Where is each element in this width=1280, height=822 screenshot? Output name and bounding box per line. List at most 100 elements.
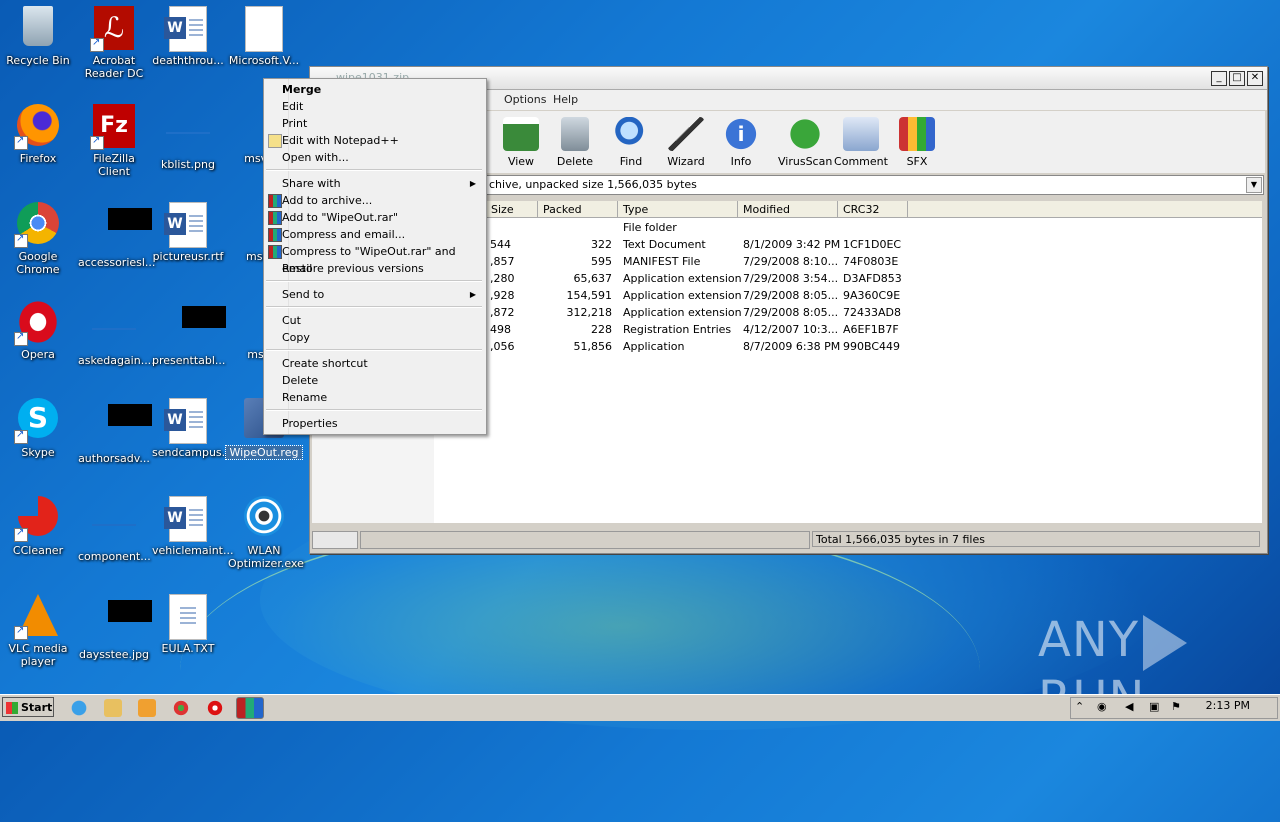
delete-button[interactable]: Delete: [548, 117, 602, 168]
menu-options[interactable]: Options: [504, 90, 546, 110]
comment-button[interactable]: Comment: [834, 117, 888, 168]
desktop-icon-1[interactable]: Recycle Bin: [0, 0, 76, 67]
menu-item-print[interactable]: Print: [282, 115, 482, 132]
desktop-icon-label: kblist.png: [161, 158, 215, 171]
image-thumbnail-icon: [92, 600, 152, 644]
table-row[interactable]: 498 228 Registration Entries 4/12/2007 10:3…: [434, 321, 1262, 338]
wizard-button[interactable]: Wizard: [659, 117, 713, 168]
menu-item-rename[interactable]: Rename: [282, 389, 482, 406]
table-row[interactable]: ,872 312,218 Application extension 7/29/200…: [434, 304, 1262, 321]
file-list[interactable]: Size Packed Type Modified CRC32 File fol…: [434, 201, 1262, 523]
find-button[interactable]: Find: [604, 117, 658, 168]
word-doc-icon: W: [164, 398, 210, 444]
info-button[interactable]: i Info: [714, 117, 768, 168]
desktop-icon-21[interactable]: CCleaner: [0, 490, 76, 557]
desktop-icon-9[interactable]: Google Chrome: [0, 196, 76, 276]
cell-modified: 7/29/2008 8:05...: [743, 306, 839, 319]
desktop-icon-4[interactable]: Microsoft.V...: [226, 0, 302, 67]
network-icon[interactable]: ◉: [1097, 700, 1107, 713]
desktop-icon-2[interactable]: ℒAcrobat Reader DC: [76, 0, 152, 80]
desktop-icon-24[interactable]: WLAN Optimizer.exe: [226, 490, 304, 570]
table-row[interactable]: File folder: [434, 219, 1262, 236]
ie-icon[interactable]: [70, 699, 88, 717]
menu-item-delete[interactable]: Delete: [282, 372, 482, 389]
desktop-icon-18[interactable]: authorsadv...: [76, 392, 152, 465]
desktop-icon-25[interactable]: VLC media player: [0, 588, 76, 668]
column-packed[interactable]: Packed: [538, 201, 618, 218]
menu-item-label: Share with: [282, 177, 341, 190]
drive-icon[interactable]: [312, 531, 358, 549]
table-row[interactable]: ,280 65,637 Application extension 7/29/2008…: [434, 270, 1262, 287]
chrome-icon: [14, 202, 60, 248]
menu-item-merge[interactable]: Merge: [282, 81, 482, 98]
desktop-icon-3[interactable]: Wdeaththrou...: [150, 0, 226, 67]
start-button[interactable]: Start: [2, 697, 54, 717]
menu-item-copy[interactable]: Copy: [282, 329, 482, 346]
table-row[interactable]: 544 322 Text Document 8/1/2009 3:42 PM 1CF1D…: [434, 236, 1262, 253]
virusscan-button[interactable]: VirusScan: [778, 117, 832, 168]
maximize-button[interactable]: □: [1229, 71, 1245, 86]
desktop-icon-26[interactable]: daysstee.jpg: [76, 588, 152, 661]
desktop-icon-22[interactable]: component...: [76, 490, 152, 563]
cell-type: Text Document: [623, 238, 706, 251]
desktop-icon-11[interactable]: Wpictureusr.rtf: [150, 196, 226, 263]
desktop-icon-6[interactable]: FzFileZilla Client: [76, 98, 152, 178]
menu-item-edit[interactable]: Edit: [282, 98, 482, 115]
desktop-icon-14[interactable]: askedagain....: [76, 294, 155, 367]
column-size[interactable]: Size: [486, 201, 538, 218]
show-hidden-icons[interactable]: ⌃: [1075, 700, 1084, 713]
menu-item-compress-and-email[interactable]: Compress and email...: [268, 226, 482, 243]
menu-item-add-to-wipeout-rar[interactable]: Add to "WipeOut.rar": [268, 209, 482, 226]
menu-item-open-with[interactable]: Open with...: [282, 149, 482, 166]
menu-item-properties[interactable]: Properties: [282, 415, 482, 432]
opera-icon[interactable]: [206, 699, 224, 717]
column-modified[interactable]: Modified: [738, 201, 838, 218]
vlc-icon: [14, 594, 60, 640]
cell-crc32: 1CF1D0EC: [843, 238, 902, 251]
media-player-icon[interactable]: [138, 699, 156, 717]
sfx-box-icon: [899, 117, 935, 151]
desktop-icon-13[interactable]: Opera: [0, 294, 76, 361]
desktop-icon-label: sendcampus...: [152, 446, 233, 459]
minimize-button[interactable]: _: [1211, 71, 1227, 86]
desktop-icon-label: askedagain....: [78, 354, 155, 367]
menu-item-add-to-archive[interactable]: Add to archive...: [268, 192, 482, 209]
table-row[interactable]: ,928 154,591 Application extension 7/29/200…: [434, 287, 1262, 304]
menu-item-edit-with-notepad[interactable]: Edit with Notepad++: [268, 132, 482, 149]
menu-item-compress-to-wipeout-rar-and-email[interactable]: Compress to "WipeOut.rar" and email: [268, 243, 482, 275]
column-crc32[interactable]: CRC32: [838, 201, 908, 218]
sfx-button[interactable]: SFX: [890, 117, 944, 168]
security-icon[interactable]: ▣: [1149, 700, 1159, 713]
explorer-icon[interactable]: [104, 699, 122, 717]
desktop-icon-label: presenttabl...: [152, 354, 226, 367]
flag-icon[interactable]: ⚑: [1171, 700, 1181, 713]
desktop-icon-27[interactable]: EULA.TXT: [150, 588, 226, 655]
menu-item-restore-previous-versions[interactable]: Restore previous versions: [282, 260, 482, 277]
table-row[interactable]: ,056 51,856 Application 8/7/2009 6:38 PM 990…: [434, 338, 1262, 355]
menu-item-create-shortcut[interactable]: Create shortcut: [282, 355, 482, 372]
volume-icon[interactable]: ◀: [1125, 700, 1133, 713]
menu-help[interactable]: Help: [553, 90, 578, 110]
column-type[interactable]: Type: [618, 201, 738, 218]
menu-item-label: Merge: [282, 83, 322, 96]
winrar-task-icon[interactable]: [236, 697, 264, 719]
menu-item-share-with[interactable]: Share with ▶: [282, 175, 482, 192]
close-button[interactable]: ✕: [1247, 71, 1263, 86]
desktop-icon-15[interactable]: presenttabl...: [150, 294, 226, 367]
chrome-icon[interactable]: [172, 699, 190, 717]
menu-item-cut[interactable]: Cut: [282, 312, 482, 329]
table-row[interactable]: ,857 595 MANIFEST File 7/29/2008 8:10... 74F…: [434, 253, 1262, 270]
desktop-icon-17[interactable]: S Skype: [0, 392, 76, 459]
desktop-icon-19[interactable]: Wsendcampus...: [150, 392, 233, 459]
cell-size: ,280: [490, 272, 515, 285]
desktop-icon-5[interactable]: Firefox: [0, 98, 76, 165]
address-dropdown[interactable]: ▼: [1246, 177, 1262, 193]
view-button[interactable]: View: [494, 117, 548, 168]
cell-packed: 65,637: [573, 272, 613, 285]
desktop-icon-23[interactable]: Wvehiclemaint...: [150, 490, 233, 557]
menu-item-send-to[interactable]: Send to ▶: [282, 286, 482, 303]
desktop-icon-10[interactable]: accessoriesl...: [76, 196, 155, 269]
clock[interactable]: 2:13 PM: [1206, 699, 1250, 712]
desktop-icon-label: CCleaner: [12, 544, 64, 557]
desktop-icon-7[interactable]: kblist.png: [150, 98, 226, 171]
